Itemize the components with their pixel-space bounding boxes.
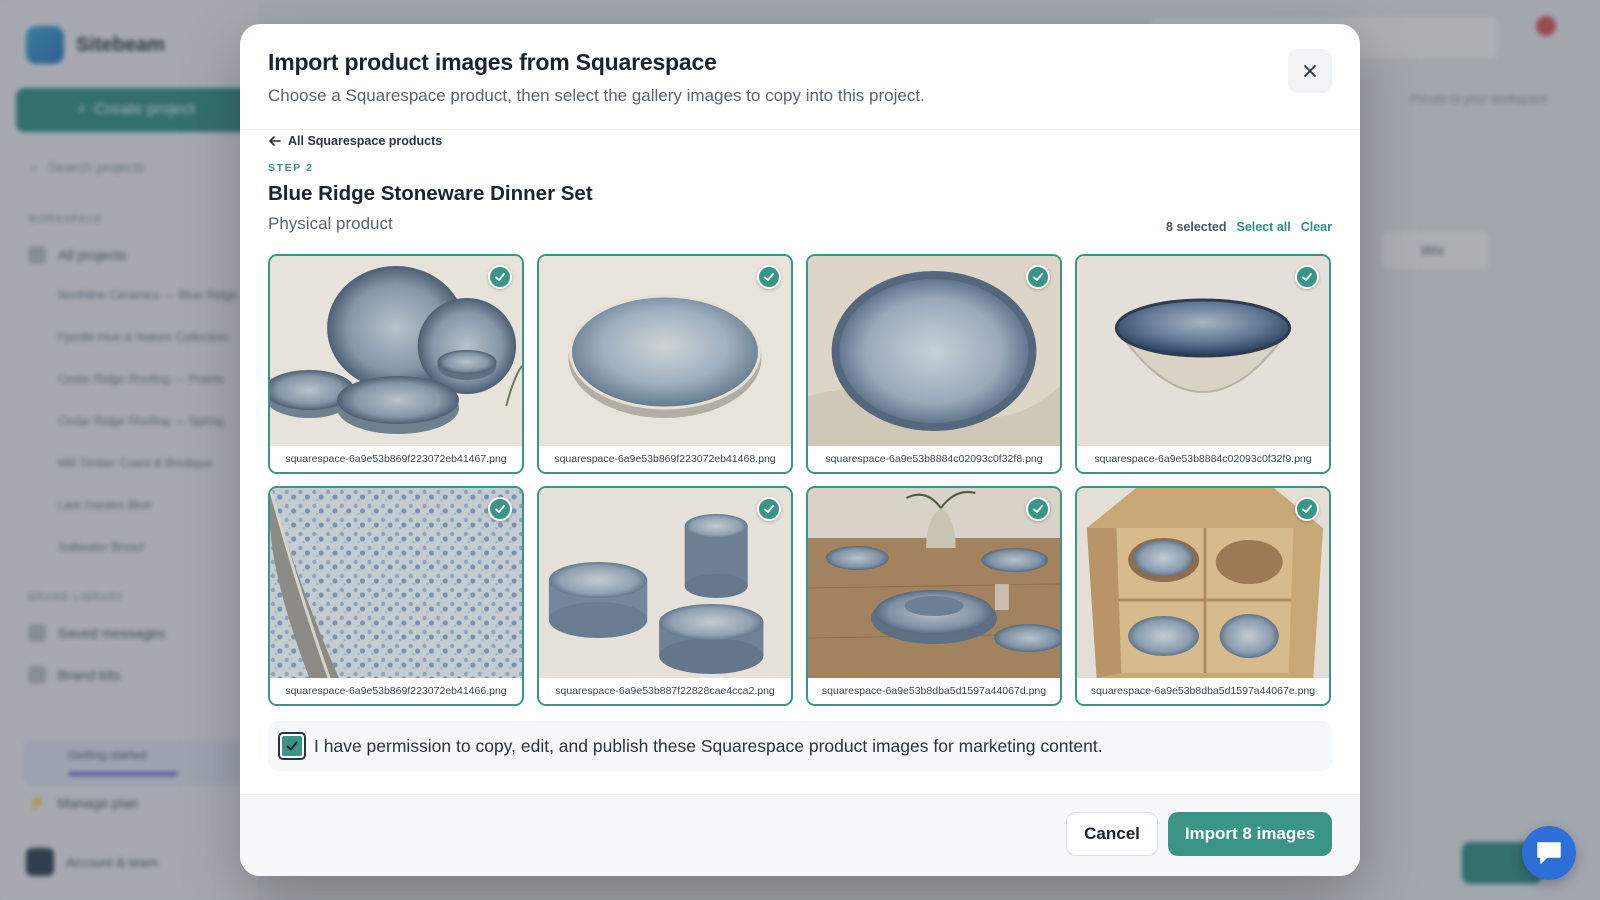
image-tile[interactable]: squarespace-6a9e53b869f223072eb41466.png [268, 486, 524, 706]
back-link-label: All Squarespace products [288, 134, 443, 148]
modal-header: Import product images from Squarespace C… [240, 24, 1360, 130]
image-filename: squarespace-6a9e53b8dba5d1597a44067d.png [808, 678, 1060, 704]
product-type: Physical product [268, 214, 393, 233]
product-image [1077, 256, 1329, 446]
image-tile[interactable]: squarespace-6a9e53b869f223072eb41467.png [268, 254, 524, 474]
step-label: STEP 2 [268, 162, 314, 174]
product-image [808, 488, 1060, 678]
chat-icon [1537, 842, 1561, 864]
modal-subtitle: Choose a Squarespace product, then selec… [268, 86, 925, 105]
checkmark-icon [1295, 265, 1319, 289]
clear-selection-button[interactable]: Clear [1301, 220, 1332, 234]
checkmark-icon [488, 497, 512, 521]
product-image [808, 256, 1060, 446]
product-image [539, 256, 791, 446]
checkmark-icon [1026, 265, 1050, 289]
cancel-button[interactable]: Cancel [1066, 812, 1158, 856]
image-filename: squarespace-6a9e53b8884c02093c0f32f8.png [808, 446, 1060, 472]
product-image [539, 488, 791, 678]
product-image [270, 488, 522, 678]
checkmark-icon [488, 265, 512, 289]
image-tile[interactable]: squarespace-6a9e53b869f223072eb41468.png [537, 254, 793, 474]
modal-footer: Cancel Import 8 images [240, 794, 1360, 876]
selection-bar: 8 selected Select all Clear [1166, 220, 1332, 234]
image-tile[interactable]: squarespace-6a9e53b8884c02093c0f32f9.png [1075, 254, 1331, 474]
checkbox-checked-icon [282, 736, 302, 756]
product-image [1077, 488, 1329, 678]
permission-label: I have permission to copy, edit, and pub… [314, 735, 1103, 756]
permission-checkbox[interactable] [278, 732, 306, 760]
image-filename: squarespace-6a9e53b8884c02093c0f32f9.png [1077, 446, 1329, 472]
product-image [270, 256, 522, 446]
import-images-button[interactable]: Import 8 images [1168, 812, 1332, 856]
permission-row: I have permission to copy, edit, and pub… [268, 721, 1332, 771]
image-filename: squarespace-6a9e53b869f223072eb41468.png [539, 446, 791, 472]
image-tile[interactable]: squarespace-6a9e53b8dba5d1597a44067e.png [1075, 486, 1331, 706]
image-grid: squarespace-6a9e53b869f223072eb41467.png… [268, 254, 1332, 706]
select-all-button[interactable]: Select all [1237, 220, 1291, 234]
image-tile[interactable]: squarespace-6a9e53b8dba5d1597a44067d.png [806, 486, 1062, 706]
image-filename: squarespace-6a9e53b8dba5d1597a44067e.png [1077, 678, 1329, 704]
checkmark-icon [1026, 497, 1050, 521]
image-tile[interactable]: squarespace-6a9e53b8884c02093c0f32f8.png [806, 254, 1062, 474]
image-tile[interactable]: squarespace-6a9e53b887f22828cae4cca2.png [537, 486, 793, 706]
checkmark-icon [757, 497, 781, 521]
image-filename: squarespace-6a9e53b869f223072eb41466.png [270, 678, 522, 704]
close-icon [1304, 65, 1316, 77]
arrow-left-icon [269, 136, 281, 146]
product-name: Blue Ridge Stoneware Dinner Set [268, 182, 593, 205]
selected-count: 8 selected [1166, 220, 1227, 234]
checkmark-icon [1295, 497, 1319, 521]
close-button[interactable] [1288, 49, 1332, 93]
checkmark-icon [757, 265, 781, 289]
chat-support-button[interactable] [1522, 826, 1576, 880]
image-filename: squarespace-6a9e53b887f22828cae4cca2.png [539, 678, 791, 704]
import-modal: Import product images from Squarespace C… [240, 24, 1360, 876]
image-filename: squarespace-6a9e53b869f223072eb41467.png [270, 446, 522, 472]
back-to-products-link[interactable]: All Squarespace products [268, 134, 442, 148]
modal-title: Import product images from Squarespace [268, 49, 717, 75]
